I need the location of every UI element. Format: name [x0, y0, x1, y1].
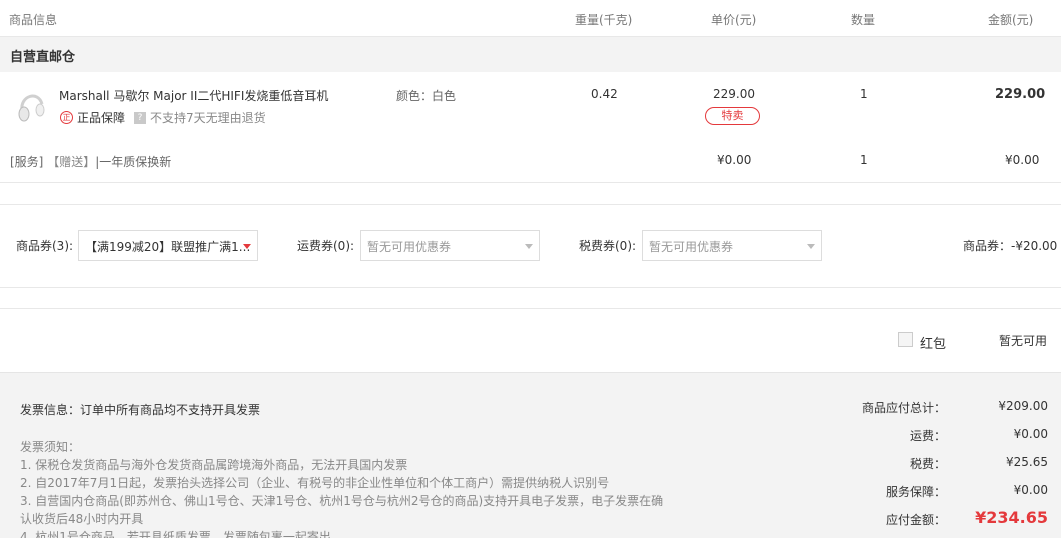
payable-total: ¥234.65: [975, 508, 1048, 527]
tax-value: ¥25.65: [1006, 455, 1048, 469]
no-return-notice: ? 不支持7天无理由退货: [134, 109, 266, 126]
shipping-label: 运费：: [909, 429, 946, 443]
service-guarantee-label: 服务保障：: [885, 485, 946, 499]
invoice-info: 发票信息：订单中所有商品均不支持开具发票: [20, 403, 261, 417]
service-text: |一年质保换新: [95, 155, 172, 169]
divider: [0, 287, 1061, 288]
service-guarantee-value: ¥0.00: [1013, 483, 1048, 497]
product-color: 颜色：白色: [396, 89, 457, 103]
product-name[interactable]: Marshall 马歇尔 Major II二代HIFI发烧重低音耳机: [59, 87, 328, 104]
service-row: [服务] 【赠送】|一年质保换新: [10, 153, 171, 170]
product-thumbnail[interactable]: [14, 88, 48, 126]
service-amount: ¥0.00: [1005, 153, 1040, 167]
divider: [0, 182, 1061, 183]
tax-coupon-value: 暂无可用优惠券: [649, 240, 734, 254]
warehouse-name: 自营直邮仓: [10, 50, 76, 65]
product-qty: 1: [860, 87, 868, 101]
product-price: 229.00: [713, 87, 755, 101]
no-return-label: 不支持7天无理由退货: [150, 111, 266, 125]
product-coupon-label: 商品券(3):: [16, 239, 74, 253]
redpacket-label: 红包: [920, 337, 947, 352]
product-amount: 229.00: [995, 87, 1046, 102]
goods-total-label: 商品应付总计：: [861, 401, 946, 415]
tax-coupon-label: 税费券(0):: [579, 239, 637, 253]
service-gift: 【赠送】: [47, 155, 96, 169]
goods-total-value: ¥209.00: [998, 399, 1048, 413]
redpacket-status: 暂无可用: [999, 334, 1048, 348]
col-weight: 重量(千克): [575, 13, 633, 27]
col-amount: 金额(元): [988, 13, 1034, 27]
shipping-coupon-select[interactable]: 暂无可用优惠券: [360, 230, 540, 261]
col-quantity: 数量: [851, 13, 876, 27]
redpacket-checkbox[interactable]: [898, 332, 913, 347]
product-weight: 0.42: [591, 87, 618, 101]
shipping-value: ¥0.00: [1013, 427, 1048, 441]
tax-label: 税费：: [909, 457, 946, 471]
warehouse-bar: 自营直邮仓: [0, 37, 1061, 72]
coupon-discount: 商品券：-¥20.00: [963, 239, 1058, 253]
genuine-guarantee: 正 正品保障: [60, 109, 125, 126]
service-qty: 1: [860, 153, 868, 167]
shipping-coupon-value: 暂无可用优惠券: [367, 240, 452, 254]
invoice-notice: 发票须知： 1. 保税仓发货商品与海外仓发货商品属跨境海外商品，无法开具国内发票…: [20, 440, 664, 538]
tax-coupon-select[interactable]: 暂无可用优惠券: [642, 230, 822, 261]
table-header: 商品信息 重量(千克) 单价(元) 数量 金额(元): [0, 0, 1061, 37]
col-unit-price: 单价(元): [711, 13, 757, 27]
shipping-coupon-label: 运费券(0):: [297, 239, 355, 253]
service-prefix: [服务]: [10, 155, 44, 169]
service-price: ¥0.00: [717, 153, 752, 167]
special-sale-badge: 特卖: [705, 107, 760, 125]
product-coupon-value: 【满199减20】联盟推广满1...: [85, 240, 251, 254]
col-product-info: 商品信息: [9, 13, 58, 27]
genuine-label: 正品保障: [77, 111, 126, 125]
payable-label: 应付金额：: [885, 513, 946, 527]
product-coupon-select[interactable]: 【满199减20】联盟推广满1...: [78, 230, 258, 261]
chevron-down-icon: [525, 244, 533, 249]
genuine-icon: 正: [60, 111, 73, 124]
chevron-down-icon: [243, 244, 251, 249]
order-footer: 发票信息：订单中所有商品均不支持开具发票 发票须知： 1. 保税仓发货商品与海外…: [0, 372, 1061, 538]
divider: [0, 204, 1061, 205]
chevron-down-icon: [807, 244, 815, 249]
divider: [0, 308, 1061, 309]
question-icon[interactable]: ?: [134, 111, 146, 124]
